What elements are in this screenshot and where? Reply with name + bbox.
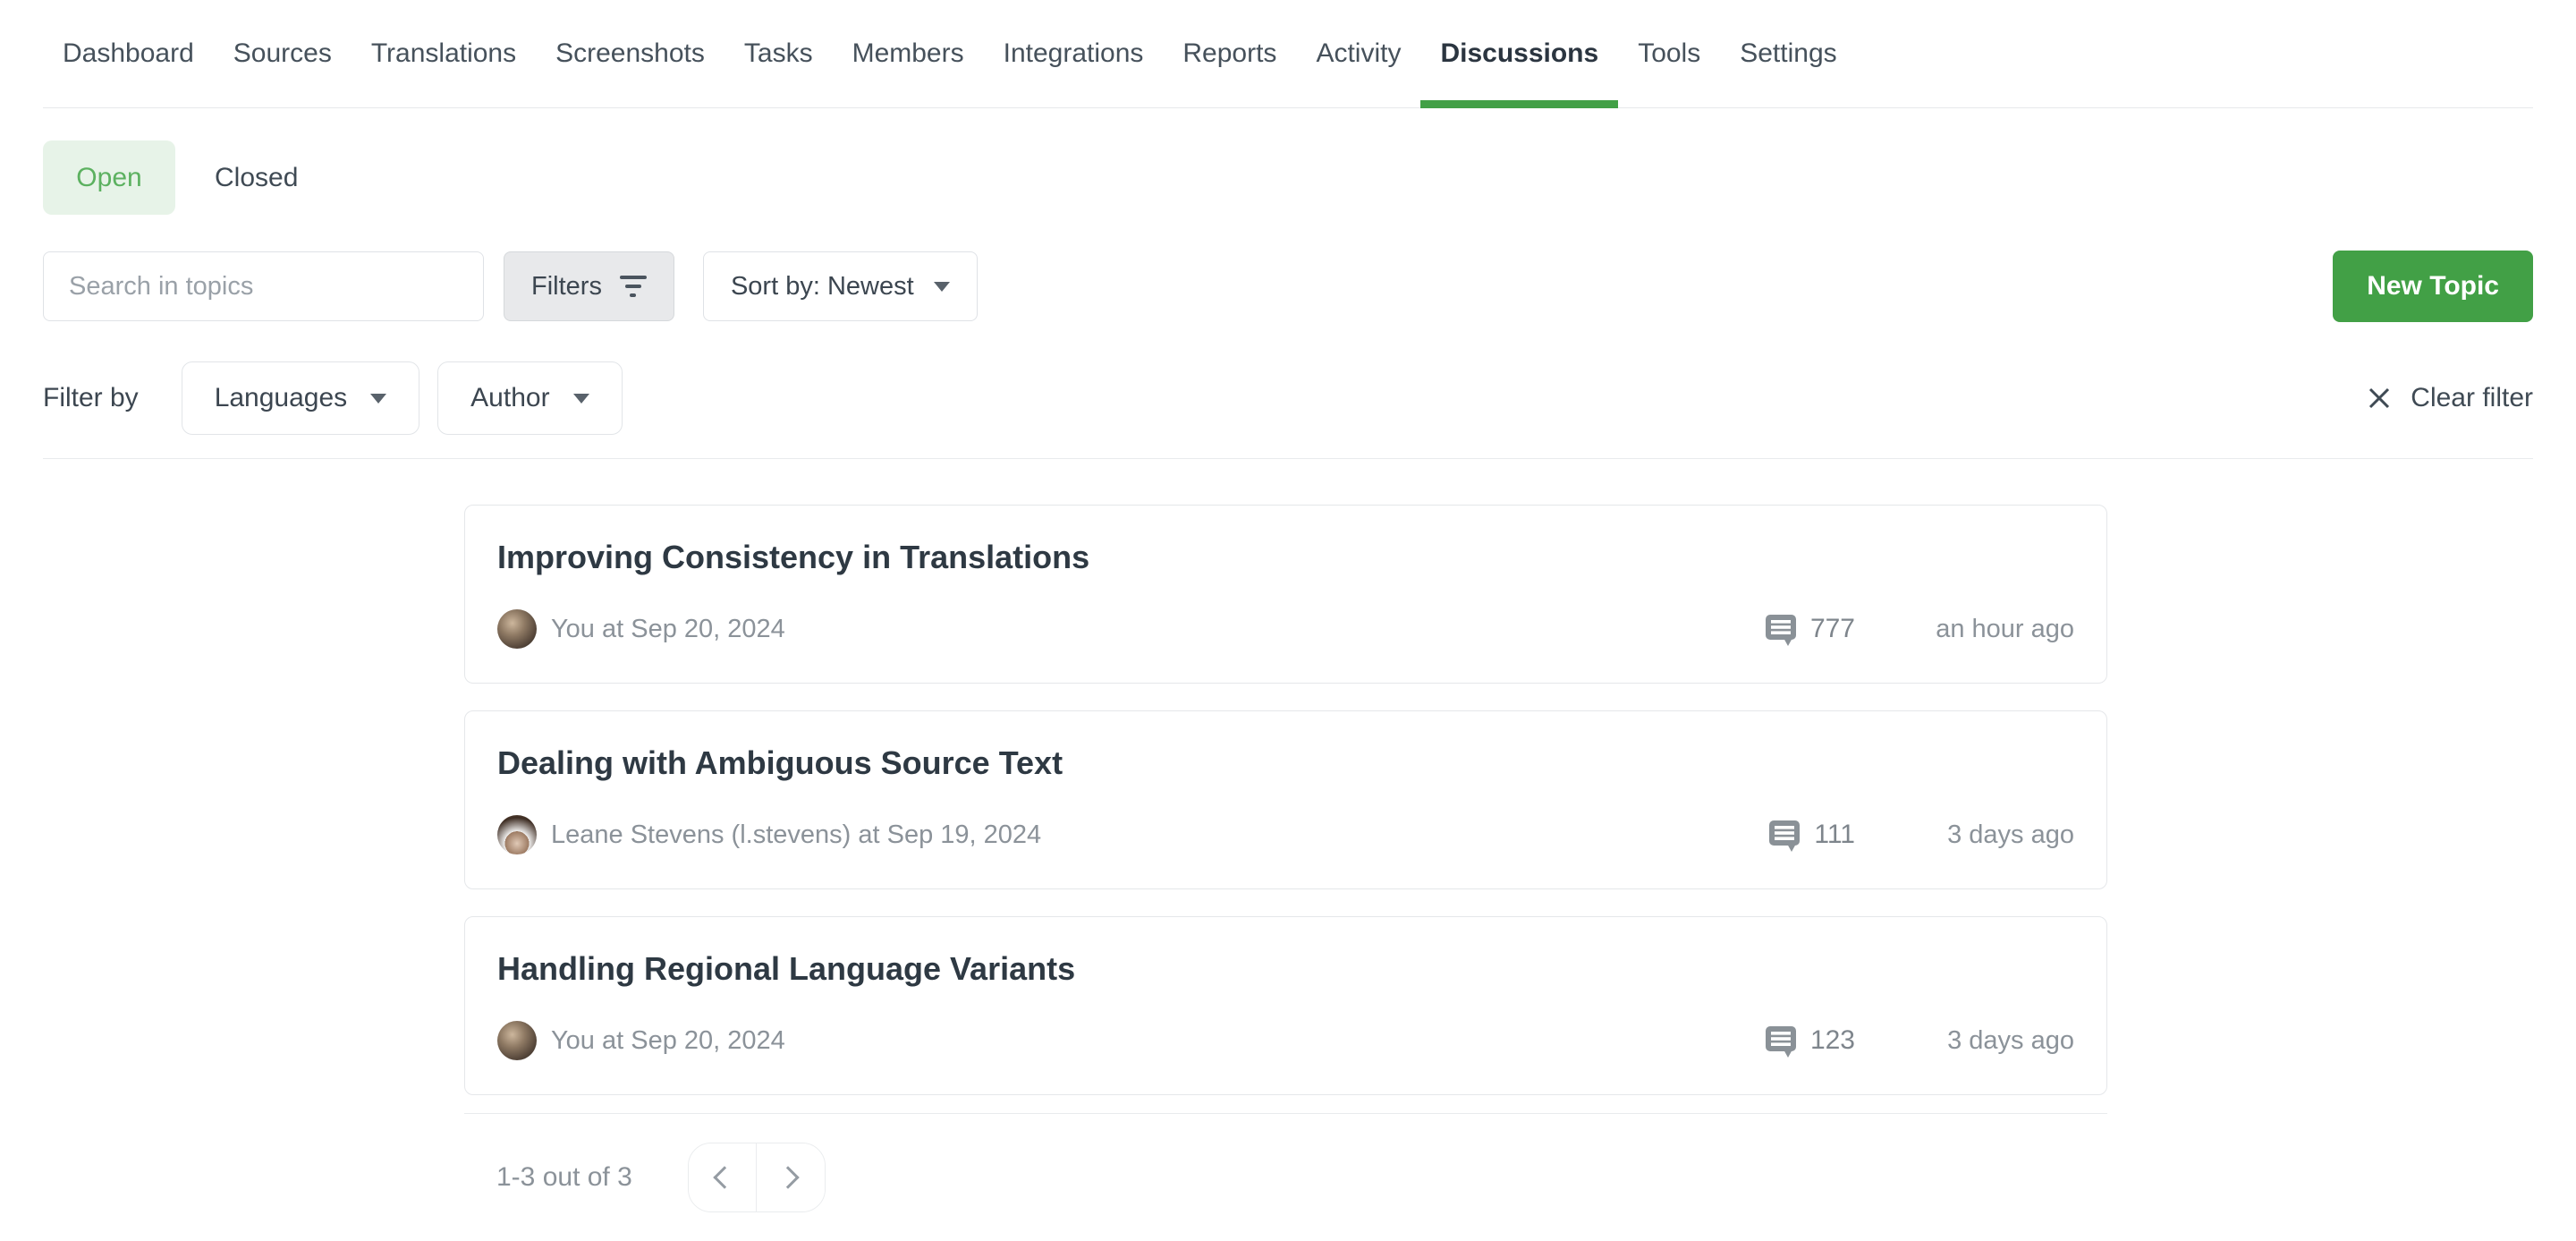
- comment-count-value: 123: [1810, 1025, 1855, 1056]
- topic-title[interactable]: Handling Regional Language Variants: [497, 949, 2074, 989]
- nav-item-activity[interactable]: Activity: [1296, 0, 1420, 107]
- next-page-button[interactable]: [757, 1143, 825, 1211]
- tab-closed[interactable]: Closed: [175, 163, 337, 193]
- topic-author-date: Leane Stevens (l.stevens) at Sep 19, 202…: [551, 820, 1041, 850]
- topic-meta-right: 111 3 days ago: [1767, 817, 2074, 853]
- topic-meta: You at Sep 20, 2024 777 an hour ago: [497, 609, 2074, 649]
- status-tabs: Open Closed: [43, 140, 2533, 215]
- topics-list: Improving Consistency in Translations Yo…: [464, 505, 2107, 1212]
- topic-card[interactable]: Dealing with Ambiguous Source Text Leane…: [464, 710, 2107, 889]
- chevron-right-icon: [776, 1166, 799, 1188]
- nav-item-translations[interactable]: Translations: [352, 0, 536, 107]
- nav-item-integrations[interactable]: Integrations: [984, 0, 1164, 107]
- nav-item-members[interactable]: Members: [833, 0, 984, 107]
- topic-title[interactable]: Improving Consistency in Translations: [497, 538, 2074, 577]
- filter-by-label: Filter by: [43, 383, 139, 413]
- author-dropdown[interactable]: Author: [437, 361, 622, 435]
- topic-author-date: You at Sep 20, 2024: [551, 1026, 785, 1056]
- pager: [688, 1143, 826, 1212]
- comment-bubble-icon: [1764, 1023, 1798, 1058]
- comment-count-value: 777: [1810, 614, 1855, 644]
- nav-item-sources[interactable]: Sources: [214, 0, 352, 107]
- filters-button-label: Filters: [531, 272, 602, 302]
- prev-page-button[interactable]: [689, 1143, 757, 1211]
- chevron-down-icon: [573, 394, 589, 404]
- clear-filter-label: Clear filter: [2411, 383, 2533, 413]
- comment-count: 777: [1764, 611, 1855, 647]
- filters-button[interactable]: Filters: [504, 251, 674, 321]
- topic-meta-right: 123 3 days ago: [1764, 1023, 2074, 1058]
- topic-time: 3 days ago: [1855, 820, 2074, 850]
- avatar: [497, 1021, 537, 1060]
- active-tab-underline: [1420, 100, 1618, 108]
- pagination: 1-3 out of 3: [464, 1143, 2107, 1212]
- nav-item-screenshots[interactable]: Screenshots: [536, 0, 724, 107]
- topics-toolbar: Filters Sort by: Newest New Topic: [43, 251, 2533, 322]
- sort-by-label: Sort by: Newest: [731, 272, 914, 302]
- pagination-divider: [464, 1113, 2107, 1114]
- topic-card[interactable]: Handling Regional Language Variants You …: [464, 916, 2107, 1095]
- search-input[interactable]: [43, 251, 484, 321]
- sort-by-dropdown[interactable]: Sort by: Newest: [703, 251, 978, 321]
- x-icon: [2366, 385, 2393, 412]
- nav-item-discussions[interactable]: Discussions: [1420, 0, 1618, 107]
- languages-dropdown-label: Languages: [215, 383, 347, 413]
- nav-item-tasks[interactable]: Tasks: [724, 0, 833, 107]
- section-divider: [43, 458, 2533, 459]
- chevron-left-icon: [714, 1166, 736, 1188]
- comment-count: 111: [1767, 817, 1855, 853]
- topic-meta: Leane Stevens (l.stevens) at Sep 19, 202…: [497, 815, 2074, 854]
- author-dropdown-label: Author: [470, 383, 549, 413]
- nav-item-tools[interactable]: Tools: [1618, 0, 1720, 107]
- tab-open[interactable]: Open: [43, 140, 175, 215]
- topic-time: 3 days ago: [1855, 1026, 2074, 1056]
- filter-lines-icon: [620, 276, 647, 297]
- topic-author-date: You at Sep 20, 2024: [551, 615, 785, 644]
- new-topic-button[interactable]: New Topic: [2333, 251, 2533, 322]
- avatar: [497, 609, 537, 649]
- comment-count-value: 111: [1814, 820, 1855, 850]
- comment-count: 123: [1764, 1023, 1855, 1058]
- nav-item-settings[interactable]: Settings: [1720, 0, 1856, 107]
- topic-meta: You at Sep 20, 2024 123 3 days ago: [497, 1021, 2074, 1060]
- project-nav: Dashboard Sources Translations Screensho…: [43, 0, 2533, 108]
- comment-bubble-icon: [1767, 817, 1801, 853]
- nav-item-dashboard[interactable]: Dashboard: [43, 0, 214, 107]
- nav-item-reports[interactable]: Reports: [1163, 0, 1296, 107]
- clear-filter-button[interactable]: Clear filter: [2366, 383, 2533, 413]
- chevron-down-icon: [934, 282, 950, 292]
- filter-bar: Filter by Languages Author Clear filter: [43, 361, 2533, 435]
- topic-card[interactable]: Improving Consistency in Translations Yo…: [464, 505, 2107, 684]
- languages-dropdown[interactable]: Languages: [182, 361, 419, 435]
- topic-time: an hour ago: [1855, 615, 2074, 644]
- comment-bubble-icon: [1764, 611, 1798, 647]
- topic-title[interactable]: Dealing with Ambiguous Source Text: [497, 744, 2074, 783]
- avatar: [497, 815, 537, 854]
- chevron-down-icon: [370, 394, 386, 404]
- pagination-summary: 1-3 out of 3: [496, 1162, 632, 1193]
- topic-meta-right: 777 an hour ago: [1764, 611, 2074, 647]
- nav-item-label: Discussions: [1440, 38, 1598, 69]
